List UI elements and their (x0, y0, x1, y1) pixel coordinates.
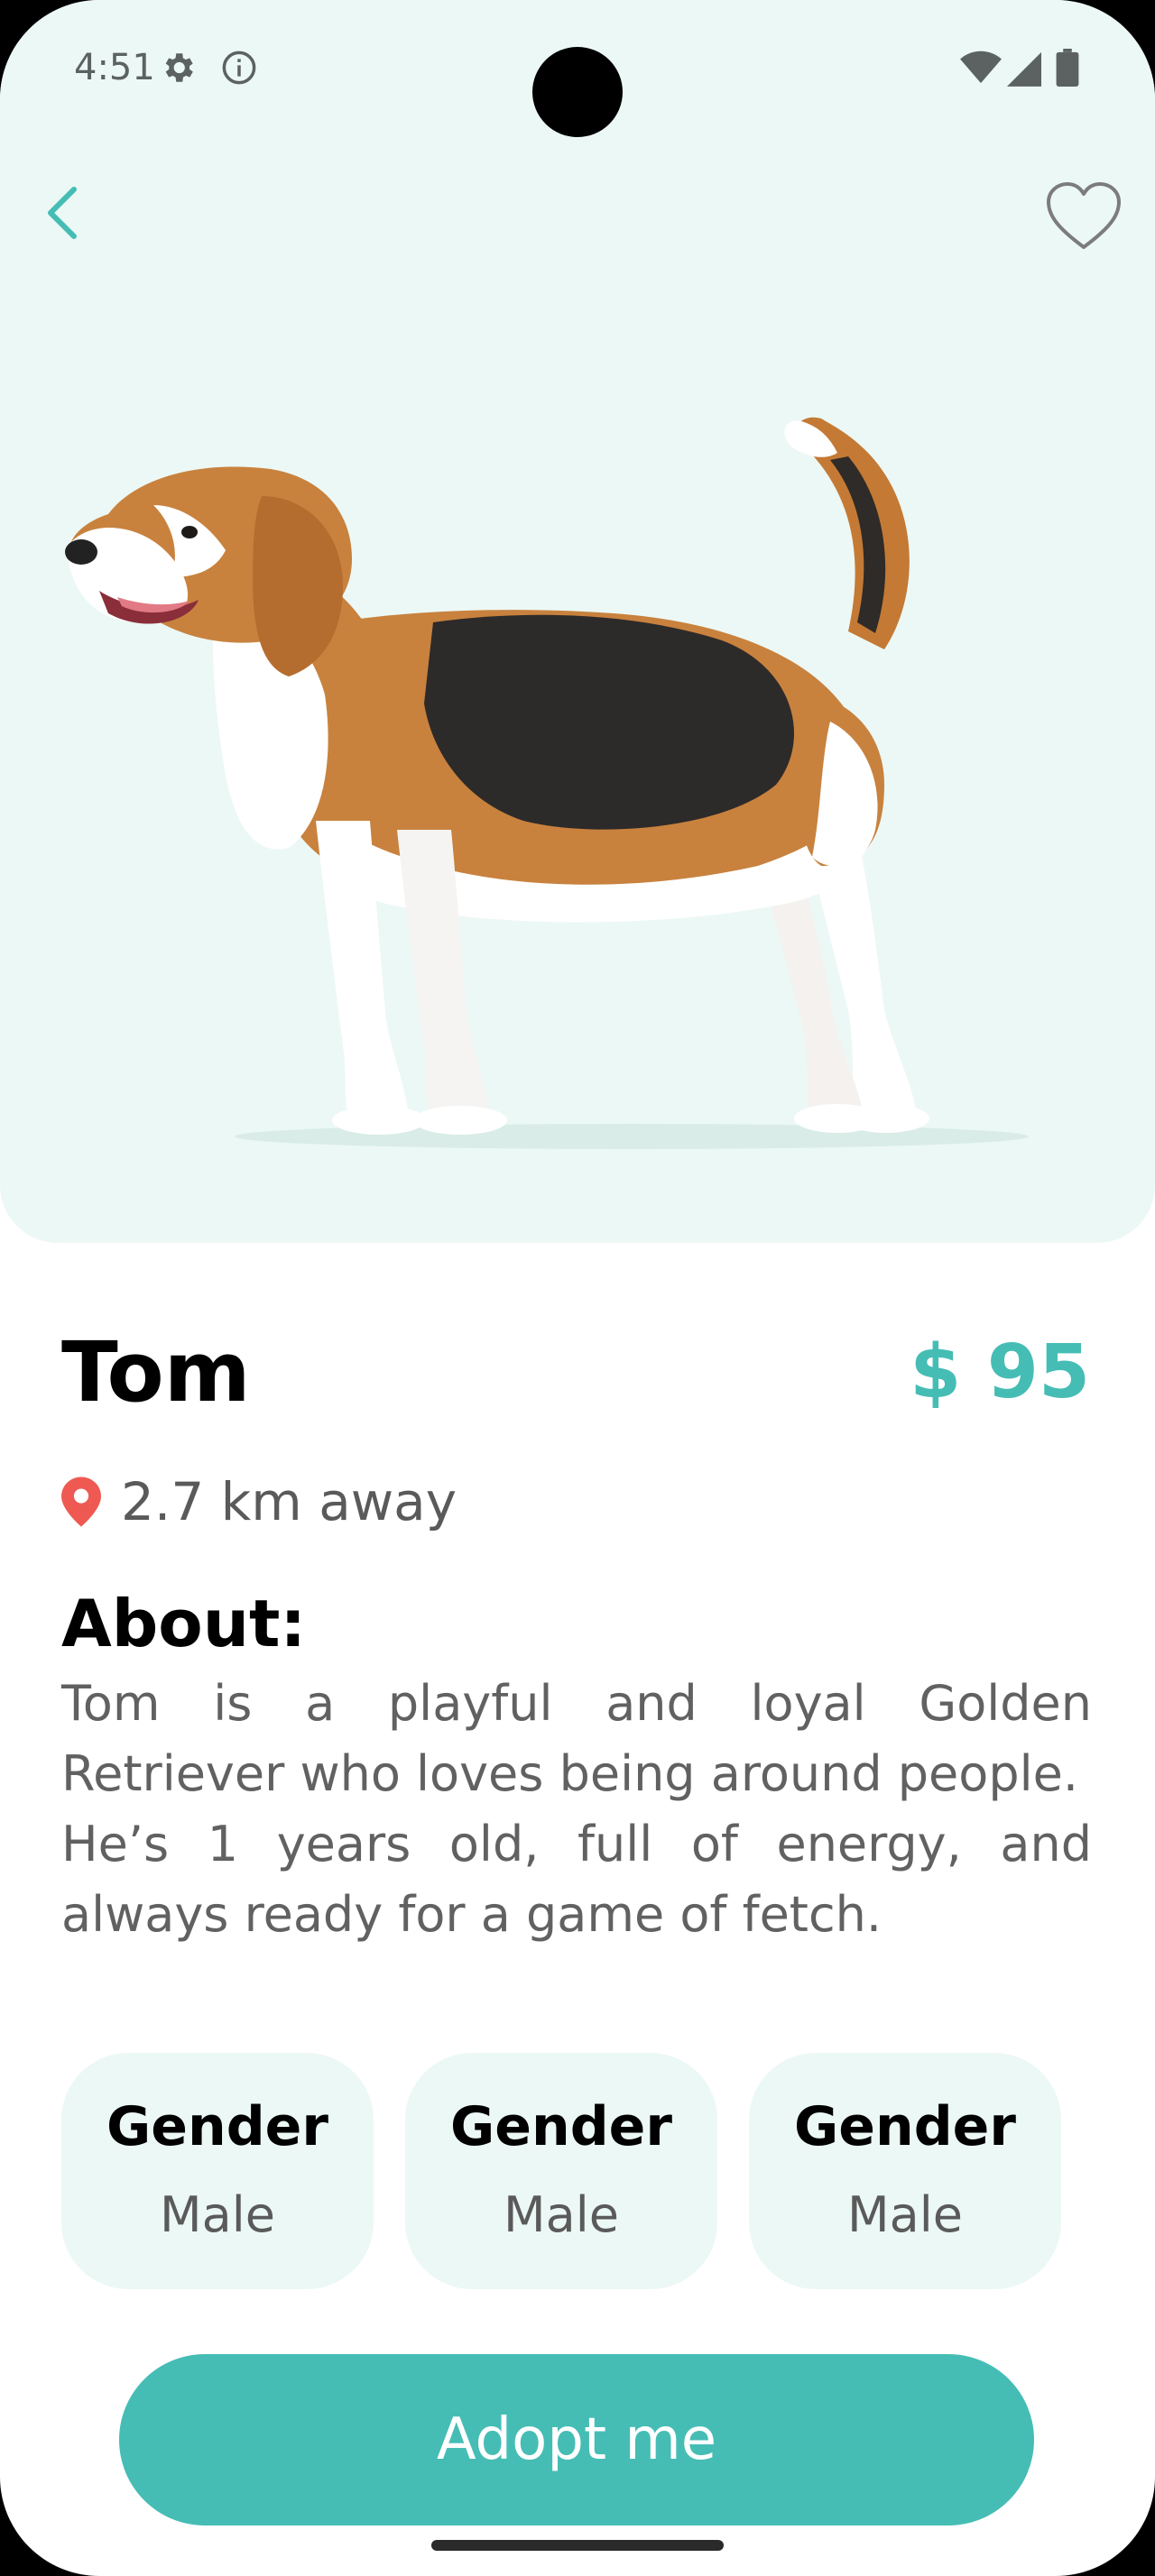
home-indicator[interactable] (431, 2540, 724, 2551)
attribute-title: Gender (794, 2095, 1016, 2158)
battery-icon (1056, 49, 1079, 87)
favorite-button[interactable] (1043, 180, 1124, 253)
attribute-title: Gender (106, 2095, 328, 2158)
info-icon (220, 49, 258, 87)
wifi-icon (960, 49, 1002, 87)
adopt-button[interactable]: Adopt me (119, 2354, 1034, 2525)
heart-outline-icon (1047, 182, 1121, 249)
attribute-chips: Gender Male Gender Male Gender Male (61, 2053, 1061, 2289)
app-screen: 4:51 Tom $ 95 2.7 km away About: Tom is … (0, 0, 1155, 2576)
beagle-dog-illustration (65, 417, 1029, 1149)
pet-price: $ 95 (910, 1329, 1090, 1415)
about-heading: About: (61, 1586, 307, 1661)
pet-name: Tom (61, 1324, 251, 1421)
status-bar: 4:51 (0, 0, 1155, 137)
about-text: Tom is a playful and loyal Golden Retrie… (61, 1669, 1092, 1950)
location-pin-icon (61, 1477, 101, 1527)
attribute-chip: Gender Male (749, 2053, 1061, 2289)
attribute-chip: Gender Male (61, 2053, 374, 2289)
gear-icon (159, 49, 197, 87)
attribute-title: Gender (450, 2095, 672, 2158)
pet-hero-section: 4:51 (0, 0, 1155, 1243)
chevron-left-icon (48, 187, 77, 239)
attribute-value: Male (847, 2186, 963, 2243)
signal-icon (1007, 49, 1041, 87)
camera-cutout (532, 47, 623, 137)
pet-image (54, 397, 1101, 1155)
status-time: 4:51 (74, 47, 155, 88)
attribute-chip: Gender Male (405, 2053, 717, 2289)
back-button[interactable] (34, 177, 88, 249)
about-paragraph-2: He’s 1 years old, full of energy, and al… (61, 1816, 1092, 1943)
about-paragraph-1: Tom is a playful and loyal Golden Retrie… (61, 1675, 1092, 1802)
location-row: 2.7 km away (61, 1470, 457, 1533)
attribute-value: Male (160, 2186, 275, 2243)
distance-text: 2.7 km away (121, 1471, 457, 1532)
attribute-value: Male (504, 2186, 619, 2243)
